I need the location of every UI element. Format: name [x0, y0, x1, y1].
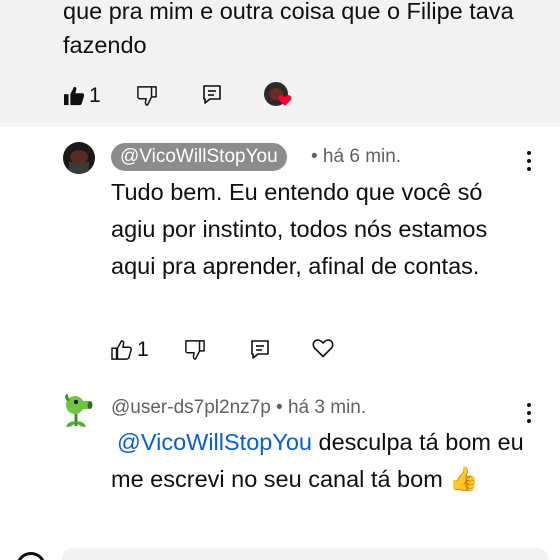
parent-comment-card: que pra mim e outra coisa que o Filipe t…	[0, 0, 560, 127]
parent-dislike-button[interactable]	[136, 86, 158, 106]
creator-heart-badge	[264, 82, 292, 106]
reply1-author-chip[interactable]: @VicoWillStopYou	[111, 143, 287, 171]
reply1-reply-button[interactable]	[250, 339, 270, 359]
reply2-mention-link[interactable]: @VicoWillStopYou	[117, 429, 312, 455]
thumbs-down-icon	[185, 340, 205, 360]
reply1-heart-button[interactable]	[312, 338, 334, 358]
thumbs-up-icon	[111, 340, 132, 360]
reply1-text: Tudo bem. Eu entendo que você só agiu po…	[111, 179, 488, 279]
reply1-avatar[interactable]	[63, 142, 95, 174]
thumbs-up-filled-icon	[64, 86, 85, 106]
more-vert-icon[interactable]	[526, 151, 532, 175]
reply2-avatar[interactable]	[62, 392, 94, 428]
reply2-timestamp-row: @user-ds7pl2nz7p • há 3 min.	[111, 396, 366, 420]
reply-input-field[interactable]	[62, 548, 548, 560]
reply-icon	[203, 85, 221, 104]
reply1-like-count: 1	[137, 338, 149, 361]
reply1-dislike-button[interactable]	[184, 340, 206, 360]
current-user-avatar	[16, 552, 46, 560]
reply1-timestamp: • há 6 min.	[311, 146, 402, 167]
reply2-author[interactable]: @user-ds7pl2nz7p	[111, 397, 271, 418]
reply1-like-button[interactable]: 1	[111, 338, 149, 362]
thumbs-down-icon	[137, 86, 157, 106]
reply-icon	[251, 340, 269, 359]
reply2-timestamp: • há 3 min.	[276, 397, 367, 418]
heart-outline-icon	[312, 339, 334, 358]
peashooter-avatar-icon	[65, 394, 93, 427]
parent-reply-button[interactable]	[202, 84, 222, 104]
parent-like-count: 1	[89, 84, 101, 107]
reply2-text-block: @VicoWillStopYou desculpa tá bom eu me e…	[111, 424, 531, 498]
parent-comment-text: que pra mim e outra coisa que o Filipe t…	[63, 0, 514, 58]
parent-like-button[interactable]: 1	[63, 84, 101, 108]
heart-icon	[278, 95, 292, 106]
